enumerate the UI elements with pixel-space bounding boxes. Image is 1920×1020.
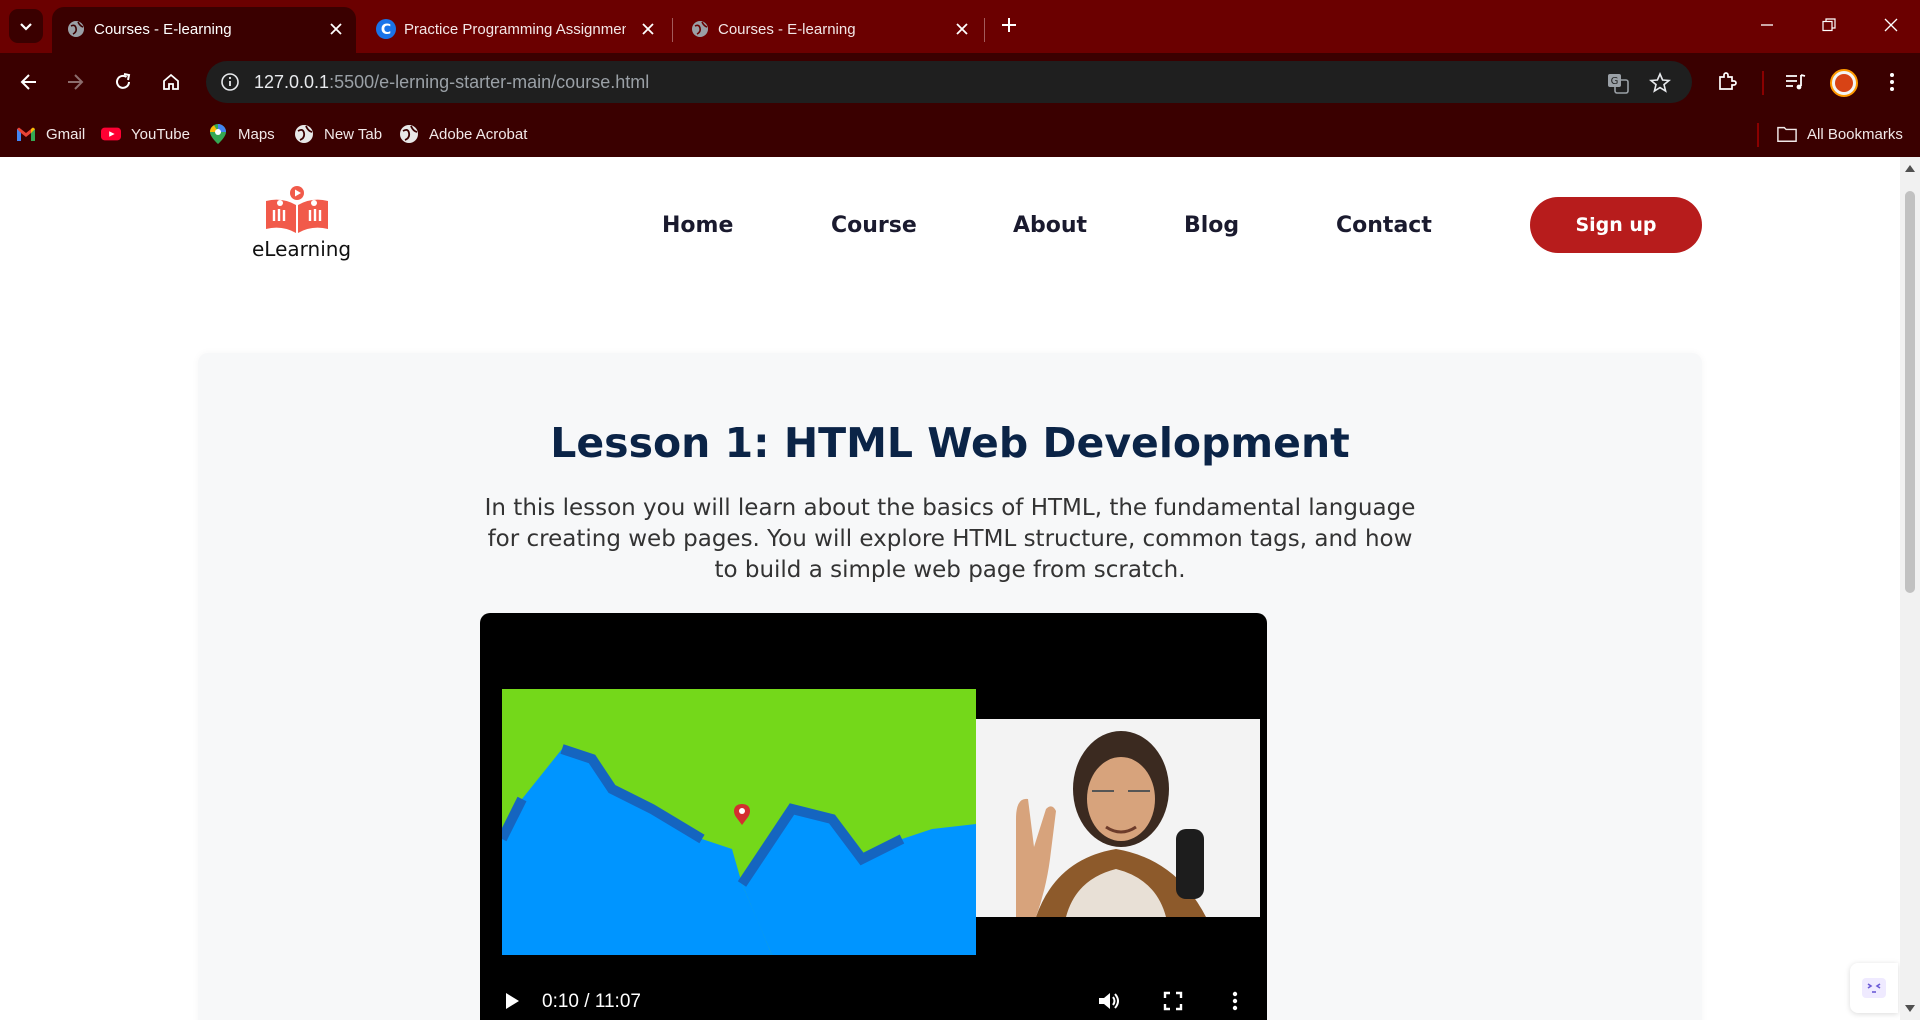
coursera-icon: C	[376, 19, 396, 39]
puzzle-icon	[1719, 72, 1737, 90]
bookmarks-divider	[1757, 123, 1759, 147]
tab-title: Courses - E-learning	[718, 21, 856, 38]
bookmarks-bar: Gmail YouTube Maps New Tab Adobe Acrobat…	[0, 111, 1920, 157]
youtube-icon	[101, 124, 121, 144]
queue-music-icon	[1786, 74, 1806, 90]
bookmark-label: Adobe Acrobat	[429, 125, 528, 143]
video-player[interactable]: 0:10 / 11:07	[480, 613, 1267, 1020]
video-frame-map	[502, 689, 976, 955]
tab-courses[interactable]: Courses - E-learning	[676, 7, 980, 53]
globe-icon	[690, 19, 710, 39]
toolbar-divider	[1762, 71, 1764, 95]
menu-button[interactable]	[1875, 65, 1909, 99]
minimize-button[interactable]	[1752, 10, 1782, 40]
maps-pin-icon	[208, 124, 228, 144]
volume-icon[interactable]	[1097, 989, 1121, 1013]
bookmark-label: YouTube	[131, 125, 190, 143]
kebab-menu-icon	[1890, 73, 1894, 91]
fullscreen-icon[interactable]	[1161, 989, 1185, 1013]
floating-widget-button[interactable]	[1850, 963, 1898, 1013]
bookmark-star-icon[interactable]	[1648, 71, 1672, 95]
plus-icon	[1002, 18, 1016, 32]
close-window-button[interactable]	[1876, 10, 1906, 40]
svg-text:G: G	[1611, 76, 1619, 87]
translate-icon[interactable]: G	[1606, 71, 1630, 95]
bookmark-youtube[interactable]: YouTube	[101, 121, 190, 147]
code-face-icon	[1862, 978, 1886, 998]
url-path: :5500/e-lerning-starter-main/course.html	[329, 72, 650, 92]
bookmark-maps[interactable]: Maps	[208, 121, 275, 147]
all-bookmarks-button[interactable]: All Bookmarks	[1777, 121, 1903, 147]
tab-separator	[984, 18, 985, 42]
globe-icon	[399, 124, 419, 144]
tab-courses-active[interactable]: Courses - E-learning	[52, 7, 356, 53]
lesson-description: In this lesson you will learn about the …	[484, 495, 1416, 583]
more-options-icon[interactable]	[1223, 989, 1247, 1013]
bookmark-adobe-acrobat[interactable]: Adobe Acrobat	[399, 121, 527, 147]
page-viewport: eLearning Home Course About Blog Contact…	[0, 157, 1900, 1020]
avatar-image	[1835, 74, 1853, 92]
close-icon	[1884, 18, 1898, 32]
nav-home[interactable]: Home	[662, 213, 733, 238]
tab-title: Courses - E-learning	[94, 21, 232, 38]
new-tab-button[interactable]	[996, 12, 1022, 38]
forward-button[interactable]	[58, 65, 92, 99]
scrollbar-thumb[interactable]	[1905, 191, 1915, 593]
svg-text:C: C	[381, 22, 391, 38]
nav-contact[interactable]: Contact	[1336, 213, 1432, 238]
video-time: 0:10 / 11:07	[542, 991, 641, 1012]
back-button[interactable]	[12, 65, 46, 99]
bookmark-label: Gmail	[46, 125, 86, 143]
home-button[interactable]	[154, 65, 188, 99]
page-scrollbar[interactable]	[1900, 157, 1920, 1020]
profile-avatar[interactable]	[1830, 69, 1858, 97]
nav-course[interactable]: Course	[831, 213, 917, 238]
site-info-icon[interactable]	[220, 72, 240, 92]
media-controls-button[interactable]	[1778, 65, 1812, 99]
tab-strip: Courses - E-learning C Practice Programm…	[0, 0, 1920, 53]
play-icon[interactable]	[502, 991, 522, 1011]
reload-button[interactable]	[106, 65, 140, 99]
close-icon[interactable]	[326, 19, 346, 39]
restore-icon	[1822, 18, 1836, 32]
reload-icon	[116, 73, 131, 89]
close-icon[interactable]	[952, 19, 972, 39]
scroll-down-arrow-icon[interactable]	[1905, 1005, 1915, 1012]
url-text: 127.0.0.1:5500/e-lerning-starter-main/co…	[254, 72, 649, 93]
tab-separator	[672, 18, 673, 42]
globe-icon	[66, 19, 86, 39]
arrow-right-icon	[68, 74, 84, 90]
restore-button[interactable]	[1814, 10, 1844, 40]
nav-about[interactable]: About	[1013, 213, 1087, 238]
url-host: 127.0.0.1	[254, 72, 330, 92]
scroll-up-arrow-icon[interactable]	[1905, 165, 1915, 172]
lesson-title: Lesson 1: HTML Web Development	[550, 419, 1350, 467]
arrow-left-icon	[20, 74, 36, 90]
bookmark-label: New Tab	[324, 125, 383, 143]
tab-title: Practice Programming Assignment	[404, 21, 626, 38]
globe-icon	[294, 124, 314, 144]
browser-toolbar: 127.0.0.1:5500/e-lerning-starter-main/co…	[0, 53, 1920, 111]
video-frame-presenter	[976, 719, 1260, 917]
video-controls: 0:10 / 11:07	[480, 969, 1267, 1020]
bookmark-label: Maps	[238, 125, 275, 143]
signup-button[interactable]: Sign up	[1530, 197, 1702, 253]
all-bookmarks-label: All Bookmarks	[1807, 125, 1903, 143]
gmail-icon	[16, 124, 36, 144]
chevron-down-icon	[20, 23, 32, 31]
address-bar[interactable]: 127.0.0.1:5500/e-lerning-starter-main/co…	[206, 61, 1692, 103]
extensions-button[interactable]	[1710, 65, 1744, 99]
folder-icon	[1777, 124, 1797, 144]
minimize-icon	[1761, 24, 1773, 26]
close-icon[interactable]	[638, 19, 658, 39]
bookmark-new-tab[interactable]: New Tab	[294, 121, 382, 147]
bookmark-gmail[interactable]: Gmail	[16, 121, 85, 147]
tab-search-button[interactable]	[9, 9, 43, 43]
nav-blog[interactable]: Blog	[1184, 213, 1239, 238]
tab-practice[interactable]: C Practice Programming Assignment	[362, 7, 666, 53]
home-icon	[163, 73, 179, 90]
logo-text: eLearning	[252, 237, 352, 261]
